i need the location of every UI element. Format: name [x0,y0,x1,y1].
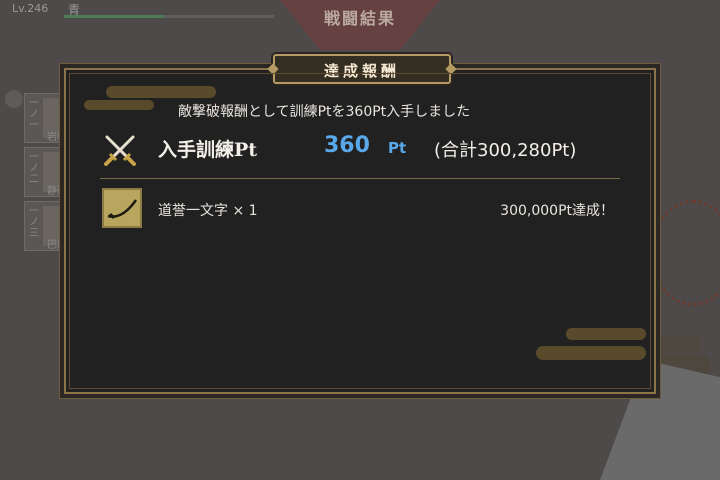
earned-points-unit: Pt [388,139,407,157]
unit-number: 一ノ二 [29,152,39,185]
earned-points-value: 360 [324,133,370,158]
screen-title: 戦闘結果 [323,9,396,28]
crossed-swords-icon [104,135,136,166]
reward-message: 敵撃破報酬として訓練Ptを360Pt入手しました [178,104,471,120]
earned-points-label: 入手訓練Pt [158,139,258,161]
cloud-decoration [536,346,646,360]
cloud-decoration [106,86,216,98]
unit-number: 一ノ三 [29,206,39,239]
level-bar-track [164,15,274,18]
sword-item-icon [102,188,142,228]
divider [100,178,620,179]
level-bar-fill [64,15,164,18]
reward-achievement: 300,000Pt達成！ [500,203,614,219]
cloud-decoration [566,328,646,340]
dialog-title: 達成報酬 [323,62,400,80]
unit-marker-icon [5,90,23,108]
unit-number: 一ノ一 [29,98,39,131]
player-level: Lv.246 [12,2,49,15]
reward-item-name: 道誉一文字 × 1 [158,203,258,219]
dialog-title-plate: 達成報酬 [273,54,451,84]
total-points: (合計300,280Pt) [434,140,577,161]
cloud-decoration [84,100,154,110]
prayer-beads [650,200,720,306]
reward-dialog: 達成報酬 敵撃破報酬として訓練Ptを360Pt入手しました 入手訓練Pt 360… [64,54,656,394]
